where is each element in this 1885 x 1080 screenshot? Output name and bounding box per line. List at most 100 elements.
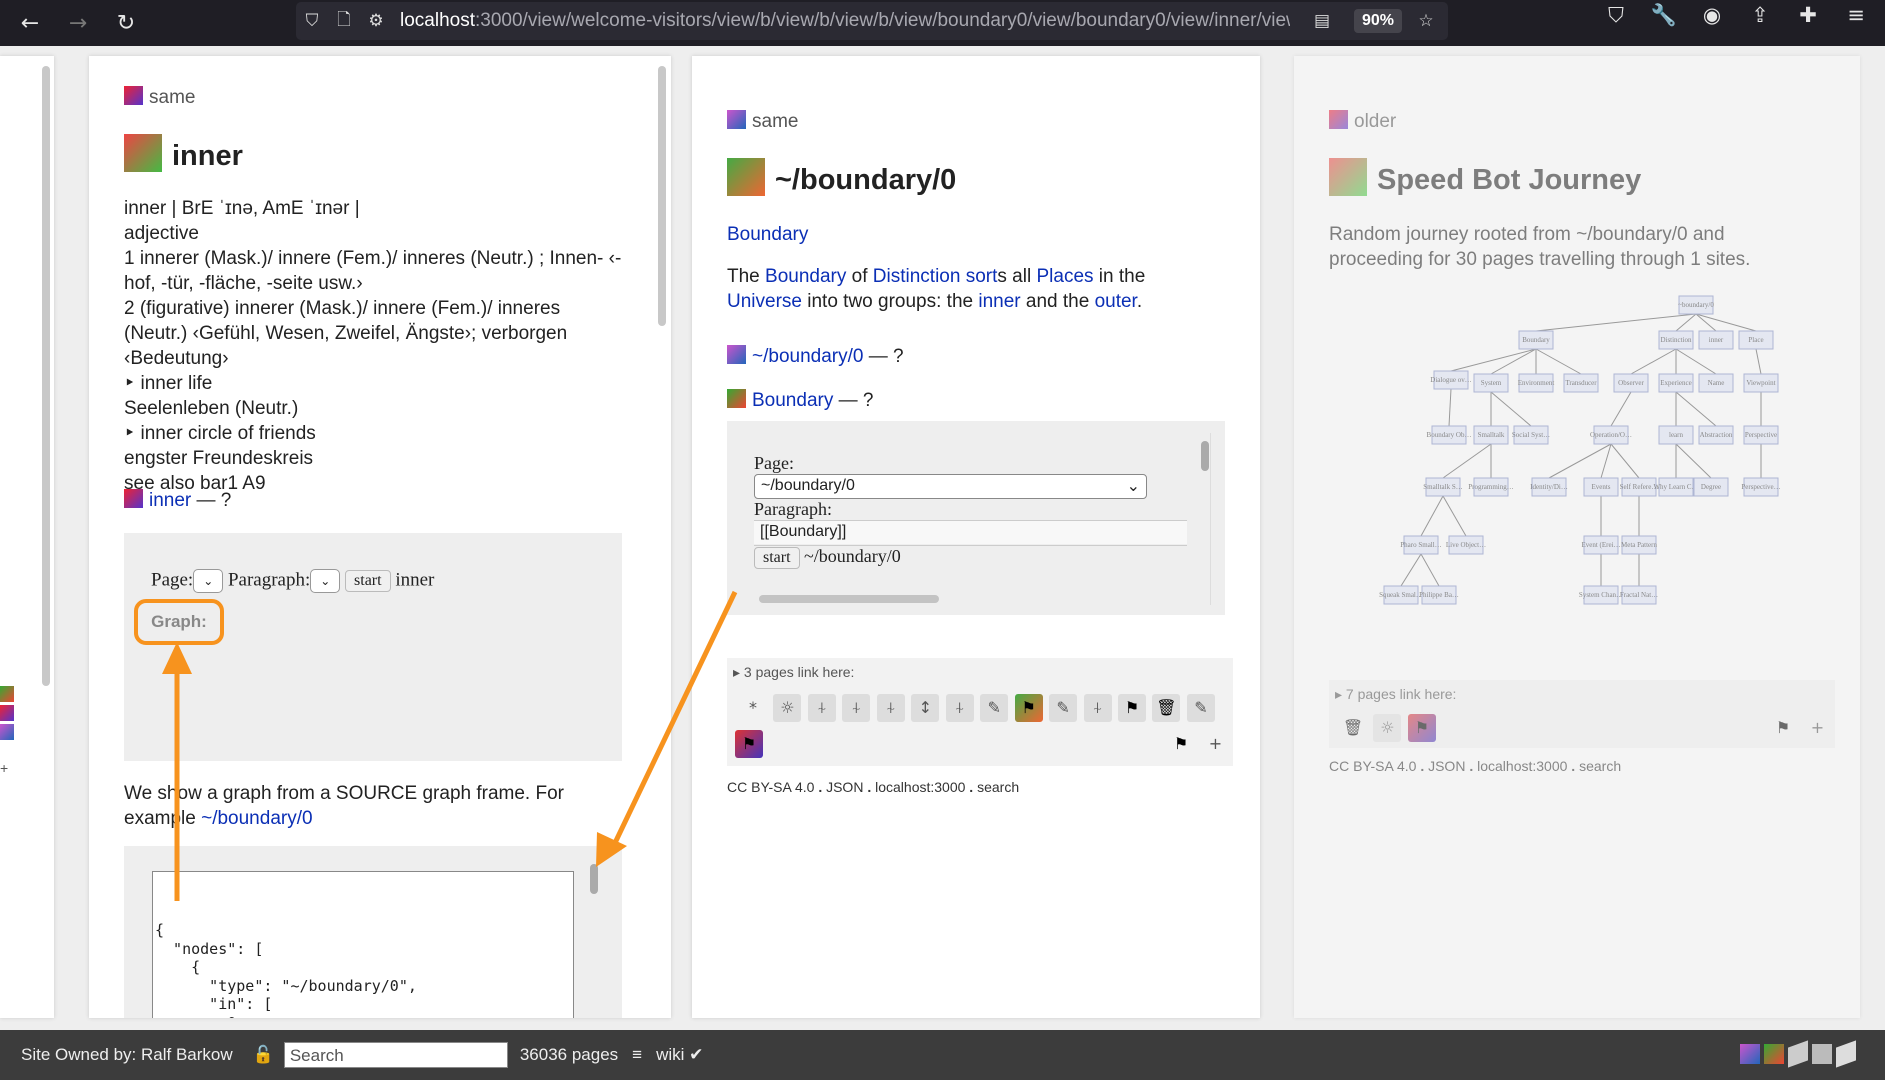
fork-icon[interactable]: ⍭	[842, 694, 871, 722]
trash-icon[interactable]: 🗑	[1339, 714, 1367, 742]
fork-icon[interactable]: ⍭	[1083, 694, 1112, 722]
graph-node[interactable]: Smalltalk	[1473, 425, 1509, 445]
graph-node[interactable]: Squeak Smal…	[1379, 585, 1423, 605]
search-link[interactable]: search	[977, 779, 1019, 795]
page-flag-icon[interactable]	[727, 158, 765, 196]
graph-node[interactable]: Identity/Di…	[1530, 477, 1568, 497]
neighbor-flag-icon[interactable]	[1740, 1044, 1760, 1064]
page-select[interactable]: ⌄	[193, 569, 224, 593]
scrollbar[interactable]	[658, 66, 666, 326]
edit-icon[interactable]: ✎	[1186, 694, 1215, 722]
graph-node[interactable]: Transducer	[1563, 373, 1599, 393]
graph-node[interactable]: Perspective	[1743, 425, 1779, 445]
graph-node[interactable]: Programming…	[1468, 477, 1514, 497]
search-input[interactable]: Search	[283, 1042, 508, 1068]
neighbor-flag-icon[interactable]	[1812, 1044, 1832, 1064]
flag-icon[interactable]: ⚑	[1117, 694, 1146, 722]
lock-icon[interactable]: 🔓	[253, 1045, 274, 1065]
neighbor-flag-icon[interactable]	[1764, 1044, 1784, 1064]
reader-view-icon[interactable]: ▤	[1306, 11, 1338, 31]
flag-icon[interactable]	[0, 686, 14, 702]
scrollbar[interactable]	[1201, 441, 1209, 471]
graph-node[interactable]: Pharo Small…	[1400, 535, 1442, 555]
add-icon[interactable]: +	[1201, 730, 1229, 758]
flag-icon[interactable]: ⚑	[1407, 714, 1436, 742]
start-button[interactable]: start	[345, 570, 391, 593]
page-select[interactable]: ~/boundary/0 ⌄	[754, 474, 1147, 499]
add-icon[interactable]: +	[1803, 714, 1831, 742]
license-link[interactable]: CC BY-SA 4.0	[727, 779, 814, 795]
forward-icon[interactable]: →	[58, 3, 98, 43]
license-link[interactable]: CC BY-SA 4.0	[1329, 758, 1416, 774]
graph-node[interactable]: Operation/O…	[1590, 425, 1632, 445]
start-button[interactable]: start	[754, 547, 800, 569]
pocket-icon[interactable]: ⛉	[1598, 3, 1634, 28]
shield-icon[interactable]: ⛉	[296, 11, 328, 31]
flag-icon[interactable]	[727, 345, 746, 364]
graph-node[interactable]: Distinction	[1658, 330, 1694, 350]
permissions-icon[interactable]: ⚙	[360, 11, 392, 31]
reference-link[interactable]: Boundary	[752, 390, 833, 411]
graph-node[interactable]: Live Object…	[1446, 535, 1486, 555]
flag-icon[interactable]	[124, 489, 143, 508]
page-flag-icon[interactable]	[124, 134, 162, 172]
add-icon[interactable]: +	[0, 760, 14, 776]
flag-icon[interactable]	[0, 705, 14, 721]
flag-icon[interactable]	[124, 86, 143, 105]
graph-node[interactable]: Boundary Ob…	[1427, 425, 1472, 445]
fork-icon[interactable]: ⍭	[945, 694, 974, 722]
outer-link[interactable]: outer	[1095, 291, 1137, 312]
flag-icon[interactable]	[727, 389, 746, 408]
edit-icon[interactable]: ✎	[980, 694, 1009, 722]
source-link[interactable]: ~/boundary/0	[201, 808, 312, 829]
paragraph-field[interactable]: [[Boundary]]	[754, 520, 1187, 544]
graph-node[interactable]: System	[1473, 373, 1509, 393]
sun-icon[interactable]: ☼	[1373, 714, 1402, 742]
pages-link-here[interactable]: ▸ 3 pages link here:	[733, 664, 854, 681]
graph-node[interactable]: Meta Pattern	[1621, 535, 1657, 555]
paragraph-select[interactable]: ⌄	[310, 569, 341, 593]
graph-node[interactable]: Event (Erei…	[1581, 535, 1621, 555]
menu-icon[interactable]: ≡	[632, 1045, 642, 1065]
page-title[interactable]: Speed Bot Journey	[1329, 158, 1641, 197]
sun-icon[interactable]: ☼	[773, 694, 802, 722]
search-link[interactable]: search	[1579, 758, 1621, 774]
flag-icon[interactable]	[1329, 110, 1348, 129]
zoom-level[interactable]: 90%	[1354, 9, 1403, 33]
json-link[interactable]: JSON	[1428, 758, 1465, 774]
graph-node[interactable]: Events	[1583, 477, 1619, 497]
graph-node[interactable]: Why Learn C…	[1653, 477, 1699, 497]
account-icon[interactable]: ◉	[1694, 3, 1730, 27]
url-bar[interactable]: ⛉ 🗋 ⚙ localhost:3000/view/welcome-visito…	[296, 2, 1448, 40]
universe-link[interactable]: Universe	[727, 291, 802, 312]
page-title[interactable]: ~/boundary/0	[727, 158, 956, 197]
wiki-status[interactable]: wiki ✔	[656, 1045, 703, 1065]
neighbor-flag-icon[interactable]	[1836, 1040, 1856, 1068]
flag-icon[interactable]: ⚑	[1014, 694, 1043, 722]
graph-node[interactable]: Place	[1738, 330, 1774, 350]
pages-link-here[interactable]: ▸ 7 pages link here:	[1335, 686, 1456, 703]
graph-node[interactable]: Observer	[1613, 373, 1649, 393]
fork-icon[interactable]: ⍭	[876, 694, 905, 722]
graph-node[interactable]: Viewpoint	[1743, 373, 1779, 393]
flag-icon[interactable]	[727, 110, 746, 129]
page-icon[interactable]: 🗋	[328, 7, 360, 36]
reference-link[interactable]: ~/boundary/0	[752, 346, 863, 367]
graph-node[interactable]: Name	[1698, 373, 1734, 393]
graph-node[interactable]: Degree	[1693, 477, 1729, 497]
graph-node[interactable]: inner	[1698, 330, 1734, 350]
graph-node[interactable]: System Chan…	[1579, 585, 1623, 605]
graph-node[interactable]: Social Syst…	[1512, 425, 1550, 445]
graph-node[interactable]: Abstraction	[1698, 425, 1734, 445]
distinction-link[interactable]: Distinction	[873, 266, 961, 287]
page-flag-icon[interactable]	[1329, 158, 1367, 196]
horizontal-scrollbar[interactable]	[759, 595, 939, 603]
fork-icon[interactable]: ⍭	[807, 694, 836, 722]
places-link[interactable]: Places	[1036, 266, 1093, 287]
graph-node[interactable]: Dialogue ov…	[1430, 370, 1472, 390]
graph-node[interactable]: Smalltalk S…	[1423, 477, 1463, 497]
boundary-link[interactable]: Boundary	[765, 266, 846, 287]
page-title[interactable]: inner	[124, 134, 243, 173]
extension-share-icon[interactable]: ⇪	[1742, 3, 1778, 27]
scrollbar[interactable]	[42, 66, 50, 686]
